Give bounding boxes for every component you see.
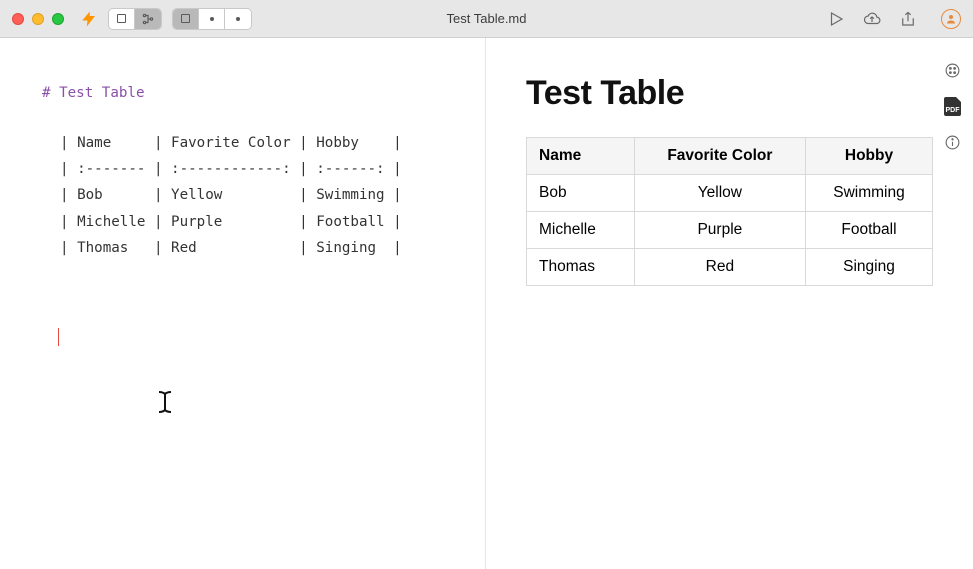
table-header-cell: Name xyxy=(527,138,635,175)
table-cell: Bob xyxy=(527,175,635,212)
table-cell: Michelle xyxy=(527,212,635,249)
toolbar-left xyxy=(80,8,252,30)
info-icon[interactable] xyxy=(944,134,961,151)
preview-table: Name Favorite Color Hobby Bob Yellow Swi… xyxy=(526,137,933,286)
editor-pane[interactable]: # Test Table | Name | Favorite Color | H… xyxy=(0,38,486,569)
text-cursor xyxy=(58,328,59,346)
share-icon[interactable] xyxy=(899,10,917,28)
preview-title: Test Table xyxy=(526,74,933,113)
table-cell: Purple xyxy=(634,212,805,249)
table-header-cell: Hobby xyxy=(805,138,932,175)
view-mode-group xyxy=(172,8,252,30)
run-icon[interactable] xyxy=(827,10,845,28)
editor-table-source: | Name | Favorite Color | Hobby | | :---… xyxy=(42,130,485,261)
table-cell: Red xyxy=(634,249,805,286)
cloud-upload-icon[interactable] xyxy=(863,10,881,28)
preview-sidebar-icons: PDF xyxy=(944,62,961,151)
preview-pane: Test Table Name Favorite Color Hobby Bob… xyxy=(486,38,973,569)
window-title: Test Table.md xyxy=(447,11,527,26)
live-preview-icon[interactable] xyxy=(80,10,98,28)
main-split: # Test Table | Name | Favorite Color | H… xyxy=(0,38,973,569)
minimize-window-button[interactable] xyxy=(32,13,44,25)
zoom-window-button[interactable] xyxy=(52,13,64,25)
sidebar-toggle-group xyxy=(108,8,162,30)
table-cell: Yellow xyxy=(634,175,805,212)
sidebar-toggle-tree[interactable] xyxy=(135,9,161,29)
table-cell: Singing xyxy=(805,249,932,286)
account-avatar[interactable] xyxy=(941,9,961,29)
editor-heading-line: # Test Table xyxy=(42,80,485,106)
table-row: Bob Yellow Swimming xyxy=(527,175,933,212)
view-mode-preview[interactable] xyxy=(225,9,251,29)
table-row: Thomas Red Singing xyxy=(527,249,933,286)
close-window-button[interactable] xyxy=(12,13,24,25)
export-pdf-icon[interactable]: PDF xyxy=(944,97,961,116)
toolbar-right xyxy=(827,9,961,29)
ibeam-cursor-icon xyxy=(156,390,174,414)
theme-icon[interactable] xyxy=(944,62,961,79)
table-cell: Swimming xyxy=(805,175,932,212)
view-mode-split-dot[interactable] xyxy=(199,9,225,29)
titlebar: Test Table.md xyxy=(0,0,973,38)
table-cell: Football xyxy=(805,212,932,249)
sidebar-toggle-left[interactable] xyxy=(109,9,135,29)
window-controls xyxy=(12,13,64,25)
table-header-row: Name Favorite Color Hobby xyxy=(527,138,933,175)
table-cell: Thomas xyxy=(527,249,635,286)
table-header-cell: Favorite Color xyxy=(634,138,805,175)
view-mode-editor[interactable] xyxy=(173,9,199,29)
table-row: Michelle Purple Football xyxy=(527,212,933,249)
